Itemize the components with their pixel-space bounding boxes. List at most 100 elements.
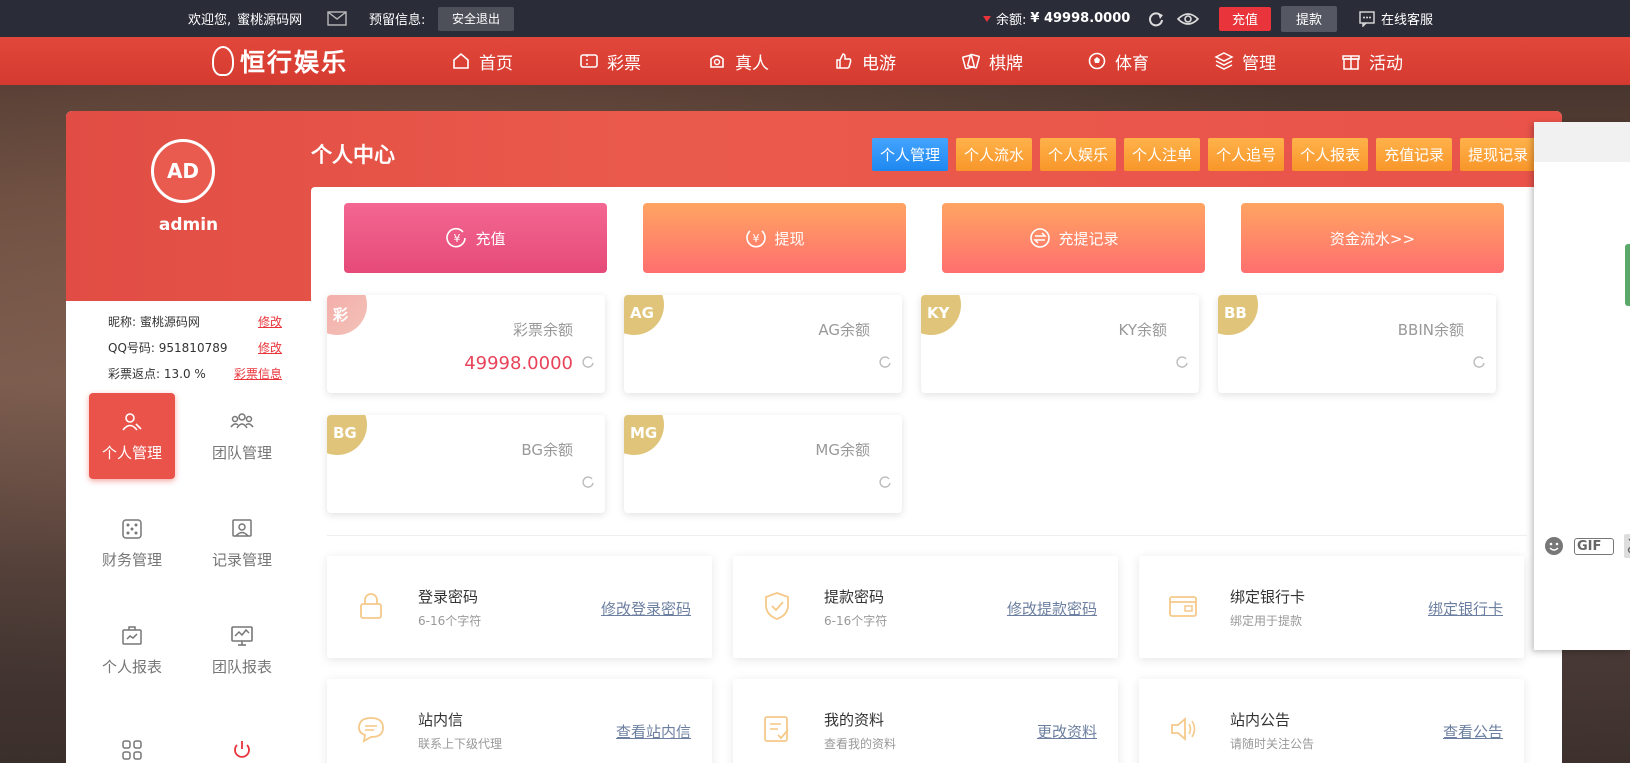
side-menu-records[interactable]: 记录管理: [199, 500, 285, 586]
logout-button[interactable]: 安全退出: [438, 6, 515, 31]
tab-personal-manage[interactable]: 个人管理: [872, 138, 949, 171]
lock-icon: [360, 593, 382, 619]
profile-icon: [764, 716, 789, 742]
refresh-icon[interactable]: [1147, 0, 1165, 37]
view-announcement-link[interactable]: 查看公告: [1443, 721, 1503, 742]
balance-tag: KY: [927, 304, 950, 322]
nav-item-egames[interactable]: 电游: [834, 37, 896, 85]
balance-name: BG余额: [521, 441, 573, 459]
refresh-icon[interactable]: [1472, 355, 1486, 369]
mail-icon[interactable]: [327, 0, 347, 37]
refresh-icon[interactable]: [581, 475, 595, 489]
main-nav: 恒行娱乐 首页 彩票 真人 电游 棋牌 体育 管理 活动: [0, 37, 1630, 85]
edit-profile-link[interactable]: 更改资料: [1037, 721, 1097, 742]
tab-personal-report[interactable]: 个人报表: [1292, 138, 1369, 171]
recharge-action-button[interactable]: ¥ 充值: [344, 203, 607, 273]
view-messages-link[interactable]: 查看站内信: [616, 721, 691, 742]
emoji-icon[interactable]: [1544, 536, 1564, 556]
chat-widget[interactable]: GIF: [1534, 122, 1630, 650]
recharge-withdraw-records-button[interactable]: 充提记录: [942, 203, 1205, 273]
nav-label: 彩票: [607, 53, 641, 74]
card-title: 绑定银行卡: [1230, 588, 1306, 606]
eye-icon[interactable]: [1177, 0, 1199, 37]
card-subtitle: 查看我的资料: [824, 737, 897, 751]
speaker-icon: [1171, 717, 1196, 741]
balance-name: AG余额: [818, 321, 870, 339]
tab-withdraw-records[interactable]: 提现记录: [1460, 138, 1537, 171]
nav-item-chess[interactable]: 棋牌: [961, 37, 1023, 85]
withdraw-button[interactable]: 提款: [1281, 5, 1337, 32]
refresh-icon[interactable]: [878, 355, 892, 369]
chat-widget-tab[interactable]: [1625, 244, 1630, 306]
support-link[interactable]: 在线客服: [1359, 0, 1433, 37]
nav-item-sports[interactable]: 体育: [1087, 37, 1149, 85]
change-login-password-link[interactable]: 修改登录密码: [601, 598, 691, 619]
nav-item-manage[interactable]: 管理: [1214, 37, 1276, 85]
gif-icon[interactable]: GIF: [1574, 537, 1615, 555]
yen-withdraw-icon: ¥: [746, 230, 767, 248]
lottery-info-link[interactable]: 彩票信息: [234, 365, 282, 382]
rebate-label: 彩票返点:: [108, 367, 161, 381]
nav-label: 活动: [1369, 53, 1403, 74]
action-label: 资金流水>>: [1329, 229, 1416, 248]
side-menu-more[interactable]: [89, 711, 175, 763]
announcement-card: 站内公告 请随时关注公告 查看公告: [1139, 679, 1524, 763]
nav-label: 体育: [1115, 53, 1149, 74]
balance-amount: 49998.0000: [464, 353, 573, 374]
edit-qq-link[interactable]: 修改: [258, 339, 282, 356]
side-menu-logout[interactable]: [199, 711, 285, 763]
recharge-button[interactable]: 充值: [1219, 6, 1271, 31]
caret-down-icon[interactable]: [983, 15, 991, 22]
tab-personal-bets[interactable]: 个人注单: [1124, 138, 1201, 171]
change-withdraw-password-link[interactable]: 修改提款密码: [1007, 598, 1097, 619]
tab-recharge-records[interactable]: 充值记录: [1376, 138, 1453, 171]
site-logo[interactable]: 恒行娱乐: [212, 43, 348, 79]
qq-label: QQ号码:: [108, 341, 155, 355]
edit-nickname-link[interactable]: 修改: [258, 313, 282, 330]
nav-item-home[interactable]: 首页: [451, 37, 513, 85]
refresh-icon[interactable]: [878, 475, 892, 489]
page-tabs: 个人管理 个人流水 个人娱乐 个人注单 个人追号 个人报表 充值记录 提现记录: [872, 138, 1544, 171]
power-icon: [234, 741, 250, 758]
avatar[interactable]: AD: [151, 139, 215, 203]
messages-card: 站内信 联系上下级代理 查看站内信: [327, 679, 712, 763]
tab-personal-flow[interactable]: 个人流水: [956, 138, 1033, 171]
side-menu-personal-report[interactable]: 个人报表: [89, 607, 175, 693]
side-menu-finance[interactable]: 财务管理: [89, 500, 175, 586]
card-subtitle: 绑定用于提款: [1230, 614, 1303, 628]
balance-name: MG余额: [815, 441, 870, 459]
fund-flow-button[interactable]: 资金流水>>: [1241, 203, 1504, 273]
withdraw-action-button[interactable]: ¥ 提现: [643, 203, 906, 273]
bind-bank-card-link[interactable]: 绑定银行卡: [1428, 598, 1503, 619]
card-subtitle: 6-16个字符: [418, 614, 482, 628]
nickname-row: 昵称: 蜜桃源码网 修改: [66, 313, 311, 333]
side-menu-label: 团队报表: [211, 657, 272, 676]
report-icon: [122, 625, 142, 645]
record-icon: [232, 518, 252, 537]
side-menu-label: 团队管理: [211, 443, 272, 462]
chat-support-icon: [1359, 10, 1375, 27]
my-profile-card: 我的资料 查看我的资料 更改资料: [733, 679, 1118, 763]
nav-item-activity[interactable]: 活动: [1341, 37, 1403, 85]
balance-tag: MG: [630, 424, 658, 442]
thumb-icon: [836, 53, 852, 69]
layers-icon: [1214, 52, 1234, 70]
tab-personal-chase[interactable]: 个人追号: [1208, 138, 1285, 171]
chat-icon: [358, 717, 384, 743]
qq-row: QQ号码: 951810789 修改: [66, 339, 311, 359]
balance-name: BBIN余额: [1397, 321, 1464, 339]
scissors-icon[interactable]: [1624, 534, 1630, 558]
nav-item-lottery[interactable]: 彩票: [579, 37, 641, 85]
ball-icon: [1088, 52, 1106, 70]
refresh-icon[interactable]: [581, 355, 595, 369]
nav-item-live[interactable]: 真人: [707, 37, 769, 85]
side-menu-team[interactable]: 团队管理: [199, 393, 285, 479]
tab-personal-entertainment[interactable]: 个人娱乐: [1040, 138, 1117, 171]
balance-name: KY余额: [1118, 321, 1167, 339]
refresh-icon[interactable]: [1175, 355, 1189, 369]
dice-icon: [122, 518, 142, 539]
side-menu-team-report[interactable]: 团队报表: [199, 607, 285, 693]
qq-value: 951810789: [158, 341, 228, 355]
home-icon: [453, 52, 469, 69]
side-menu-personal[interactable]: 个人管理: [89, 393, 175, 479]
